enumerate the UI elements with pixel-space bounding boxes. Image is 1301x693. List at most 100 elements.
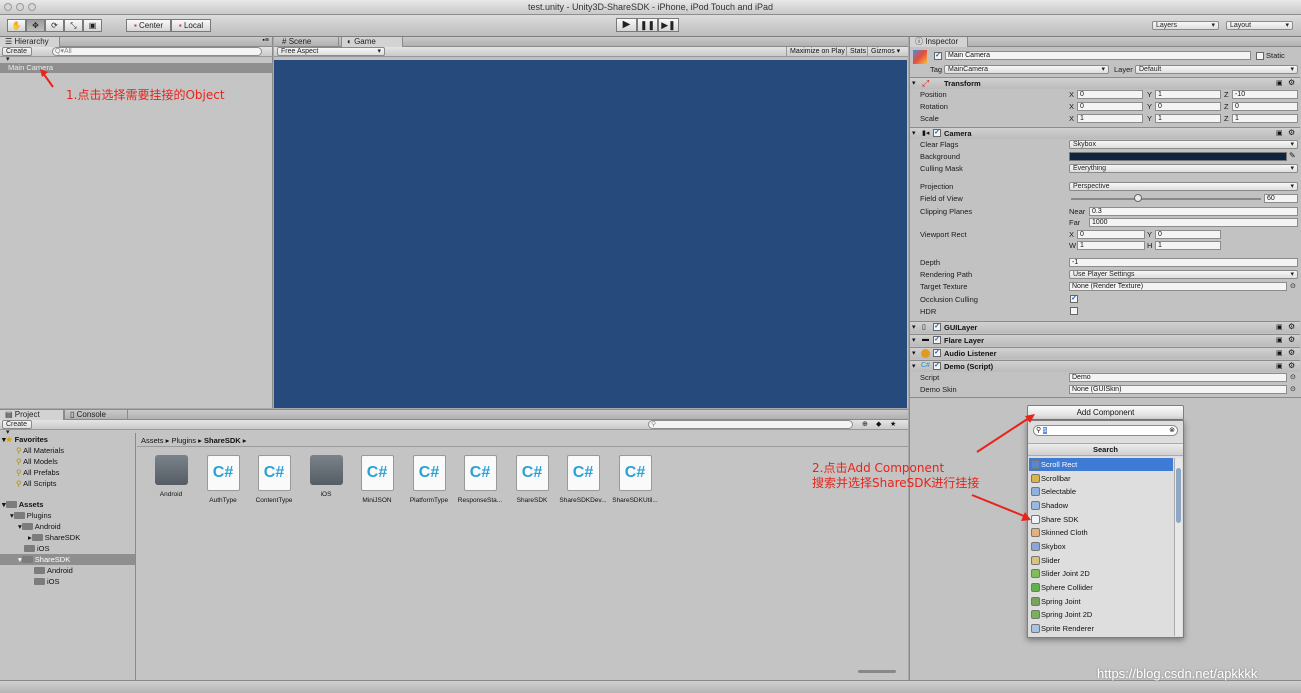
- depth-field[interactable]: -1: [1069, 258, 1298, 267]
- add-component-button[interactable]: Add Component: [1027, 405, 1184, 420]
- help-icon[interactable]: ▣: [1276, 362, 1283, 370]
- aspect-dropdown[interactable]: Free Aspect ▾: [277, 47, 385, 56]
- component-result-item[interactable]: Selectable: [1029, 485, 1173, 498]
- tree-assets[interactable]: ▾ Assets: [2, 500, 43, 510]
- camera-enabled-checkbox[interactable]: ✓: [933, 129, 941, 137]
- fov-field[interactable]: 60: [1264, 194, 1298, 203]
- tag-dropdown[interactable]: MainCamera ▾: [944, 65, 1109, 74]
- viewport-w-field[interactable]: 1: [1077, 241, 1145, 250]
- viewport-y-field[interactable]: 0: [1155, 230, 1221, 239]
- script-field[interactable]: Demo: [1069, 373, 1287, 382]
- fov-slider-track[interactable]: [1071, 198, 1261, 200]
- pivot-local-toggle[interactable]: ▪ Local: [171, 19, 211, 32]
- gear-icon[interactable]: ⚙: [1288, 128, 1295, 137]
- flare-layer-header[interactable]: ▾ ▬ ✓ Flare Layer ▣ ⚙: [910, 334, 1300, 346]
- rotation-y-field[interactable]: 0: [1155, 102, 1221, 111]
- game-viewport[interactable]: [274, 60, 907, 408]
- scale-y-field[interactable]: 1: [1155, 114, 1221, 123]
- help-icon[interactable]: ▣: [1276, 129, 1283, 137]
- asset-item[interactable]: C# AuthType: [198, 455, 248, 505]
- demo-script-checkbox[interactable]: ✓: [933, 362, 941, 370]
- tree-fav-3[interactable]: ⚲ All Scripts: [16, 479, 57, 489]
- component-result-item[interactable]: Share SDK: [1029, 513, 1173, 526]
- gear-icon[interactable]: ⚙: [1288, 78, 1295, 87]
- far-field[interactable]: 1000: [1089, 218, 1298, 227]
- tree-android-sharesdk[interactable]: ▸ ShareSDK: [28, 533, 80, 543]
- audio-listener-checkbox[interactable]: ✓: [933, 349, 941, 357]
- breadcrumb-item[interactable]: Plugins: [171, 436, 196, 445]
- asset-item[interactable]: C# MiniJSON: [352, 455, 402, 505]
- rotation-x-field[interactable]: 0: [1077, 102, 1143, 111]
- guilayer-header[interactable]: ▾ ▯ ✓ GUILayer ▣ ⚙: [910, 321, 1300, 333]
- stats-toggle[interactable]: Stats: [846, 47, 869, 56]
- viewport-h-field[interactable]: 1: [1155, 241, 1221, 250]
- clear-flags-dropdown[interactable]: Skybox ▾: [1069, 140, 1298, 149]
- scale-tool-button[interactable]: ⤡: [64, 19, 83, 32]
- component-result-item[interactable]: Slider: [1029, 554, 1173, 567]
- hierarchy-create-dropdown[interactable]: Create ▾: [2, 47, 32, 63]
- hierarchy-search-input[interactable]: Q▾All: [52, 47, 262, 56]
- position-y-field[interactable]: 1: [1155, 90, 1221, 99]
- layer-dropdown[interactable]: Default ▾: [1135, 65, 1298, 74]
- rect-tool-button[interactable]: ▣: [83, 19, 102, 32]
- clear-search-icon[interactable]: ⊗: [1169, 426, 1175, 435]
- filter-label-icon[interactable]: ◆: [876, 420, 881, 428]
- tree-fav-0[interactable]: ⚲ All Materials: [16, 446, 64, 456]
- tab-hierarchy[interactable]: ☰ Hierarchy: [0, 37, 60, 47]
- gear-icon[interactable]: ⚙: [1288, 361, 1295, 370]
- layout-dropdown[interactable]: Layout ▾: [1226, 21, 1293, 30]
- scrollbar-thumb[interactable]: [1176, 468, 1181, 523]
- tab-game[interactable]: ◐ Game: [341, 37, 403, 47]
- layers-dropdown[interactable]: Layers ▾: [1152, 21, 1219, 30]
- asset-item[interactable]: C# ShareSDKUtil...: [610, 455, 660, 505]
- flare-layer-checkbox[interactable]: ✓: [933, 336, 941, 344]
- rotation-z-field[interactable]: 0: [1232, 102, 1298, 111]
- rendering-path-dropdown[interactable]: Use Player Settings ▾: [1069, 270, 1298, 279]
- tree-android[interactable]: ▾ Android: [18, 522, 61, 532]
- results-scrollbar[interactable]: [1174, 458, 1182, 636]
- tree-sharesdk-ios[interactable]: iOS: [34, 577, 60, 587]
- icon-size-slider[interactable]: [858, 670, 896, 673]
- fov-slider-thumb[interactable]: [1134, 194, 1142, 202]
- help-icon[interactable]: ▣: [1276, 79, 1283, 87]
- help-icon[interactable]: ▣: [1276, 336, 1283, 344]
- breadcrumb-item[interactable]: ShareSDK: [204, 436, 241, 445]
- asset-item[interactable]: C# ContentType: [249, 455, 299, 505]
- gear-icon[interactable]: ⚙: [1288, 335, 1295, 344]
- transform-header[interactable]: ▾ ⤢ Transform ▣ ⚙: [910, 77, 1300, 89]
- filter-type-icon[interactable]: ⊕: [862, 420, 868, 428]
- asset-item[interactable]: Android: [146, 455, 196, 499]
- component-result-item[interactable]: Skinned Cloth: [1029, 526, 1173, 539]
- component-search-input[interactable]: ⚲ s ⊗: [1033, 425, 1178, 436]
- asset-item[interactable]: C# ShareSDK: [507, 455, 557, 505]
- occlusion-culling-checkbox[interactable]: ✓: [1070, 295, 1078, 303]
- position-z-field[interactable]: -10: [1232, 90, 1298, 99]
- component-result-item[interactable]: Slider Joint 2D: [1029, 567, 1173, 580]
- tree-sharesdk-android[interactable]: Android: [34, 566, 73, 576]
- breadcrumb-item[interactable]: Assets: [141, 436, 164, 445]
- object-name-field[interactable]: Main Camera: [945, 51, 1251, 60]
- step-button[interactable]: ▶❚: [658, 18, 679, 32]
- gear-icon[interactable]: ⚙: [1288, 348, 1295, 357]
- favorite-star-icon[interactable]: ★: [890, 420, 896, 428]
- guilayer-checkbox[interactable]: ✓: [933, 323, 941, 331]
- asset-item[interactable]: C# ResponseSta...: [455, 455, 505, 505]
- help-icon[interactable]: ▣: [1276, 349, 1283, 357]
- project-create-dropdown[interactable]: Create ▾: [2, 420, 32, 436]
- component-result-item[interactable]: Sprite Renderer: [1029, 622, 1173, 635]
- pause-button[interactable]: ❚❚: [637, 18, 658, 32]
- component-result-item[interactable]: Spring Joint 2D: [1029, 608, 1173, 621]
- tree-fav-2[interactable]: ⚲ All Prefabs: [16, 468, 59, 478]
- gear-icon[interactable]: ⚙: [1288, 322, 1295, 331]
- component-result-item[interactable]: Skybox: [1029, 540, 1173, 553]
- project-search-input[interactable]: ⚲: [648, 420, 853, 429]
- maximize-on-play-toggle[interactable]: Maximize on Play: [786, 47, 848, 56]
- hdr-checkbox[interactable]: [1070, 307, 1078, 315]
- panel-menu-icon[interactable]: ▪≡: [262, 37, 269, 44]
- scale-x-field[interactable]: 1: [1077, 114, 1143, 123]
- tree-sharesdk[interactable]: ▾ ShareSDK: [18, 555, 70, 565]
- background-color-swatch[interactable]: [1069, 152, 1287, 161]
- move-tool-button[interactable]: ✥: [26, 19, 45, 32]
- zoom-window-button[interactable]: [28, 3, 36, 11]
- component-result-item[interactable]: Spring Joint: [1029, 595, 1173, 608]
